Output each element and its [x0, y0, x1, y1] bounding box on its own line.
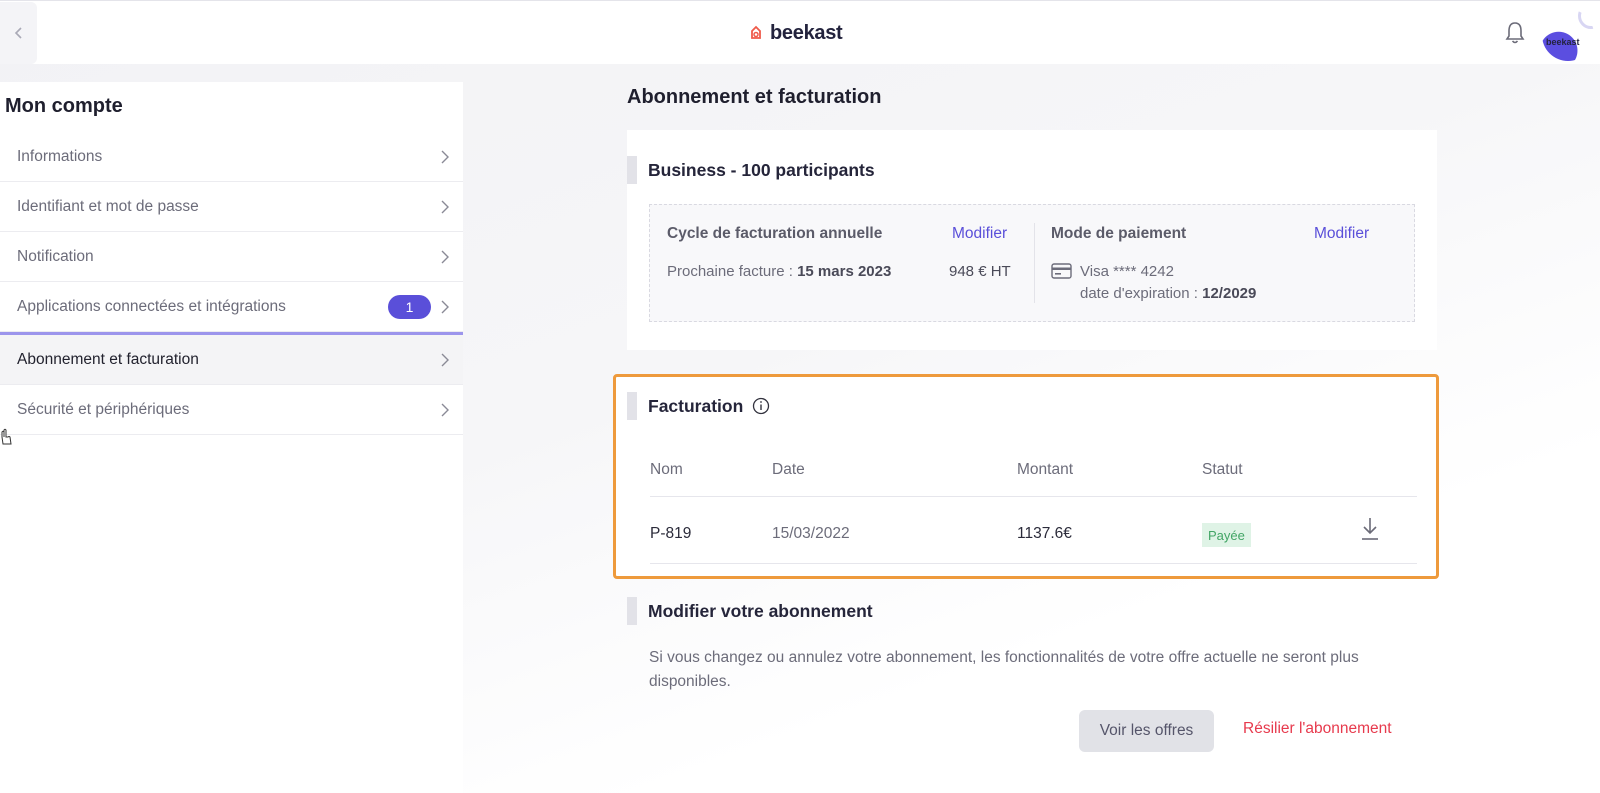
modify-cycle-link[interactable]: Modifier — [952, 225, 1007, 243]
chevron-right-icon — [441, 300, 449, 313]
avatar-decoration — [1578, 9, 1594, 29]
logo-text: beekast — [770, 21, 843, 44]
hand-cursor-icon — [1, 428, 12, 445]
table-divider — [650, 563, 1417, 564]
invoice-date: 15/03/2022 — [772, 525, 850, 542]
sidebar-item-credentials[interactable]: Identifiant et mot de passe — [0, 182, 463, 232]
sidebar-item-label: Identifiant et mot de passe — [17, 197, 199, 215]
chevron-right-icon — [441, 250, 449, 263]
section-marker — [627, 597, 637, 625]
invoice-name: P-819 — [650, 525, 692, 542]
modify-payment-link[interactable]: Modifier — [1314, 225, 1369, 243]
chevron-right-icon — [441, 403, 449, 416]
integrations-count-badge: 1 — [388, 294, 431, 319]
account-sidebar: Mon compte Informations Identifiant et m… — [0, 82, 463, 793]
plan-header: Business - 100 participants — [627, 156, 875, 184]
plan-card: Business - 100 participants Cycle de fac… — [627, 130, 1437, 350]
back-button[interactable] — [0, 2, 37, 64]
table-divider — [650, 496, 1417, 497]
sidebar-item-label: Applications connectées et intégrations — [17, 297, 286, 315]
change-subscription-description: Si vous changez ou annulez votre abonnem… — [649, 649, 1359, 690]
sidebar-item-label: Sécurité et périphériques — [17, 400, 190, 418]
notification-bell-icon[interactable] — [1501, 19, 1529, 47]
sidebar-item-label: Informations — [17, 147, 103, 165]
chevron-left-icon — [14, 27, 22, 39]
beekast-logo[interactable]: beekast — [748, 19, 843, 47]
card-number: Visa **** 4242 — [1080, 263, 1174, 280]
page-title: Abonnement et facturation — [627, 86, 882, 108]
sidebar-item-notification[interactable]: Notification — [0, 232, 463, 282]
column-header-status: Statut — [1202, 461, 1243, 478]
sidebar-item-security[interactable]: Sécurité et périphériques — [0, 385, 463, 435]
next-invoice-prefix: Prochaine facture : — [667, 263, 793, 280]
sidebar-item-label: Abonnement et facturation — [17, 350, 199, 368]
billing-section: Facturation Nom Date Montant Statut P-81… — [613, 374, 1439, 579]
beekast-logo-icon — [751, 25, 761, 39]
payment-method-label: Mode de paiement — [1051, 225, 1187, 242]
status-badge: Payée — [1202, 523, 1251, 547]
billing-title: Facturation — [648, 395, 744, 416]
column-header-name: Nom — [650, 461, 683, 478]
plan-divider — [1034, 223, 1035, 303]
user-avatar[interactable]: beekast — [1542, 9, 1594, 61]
plan-amount: 948 € HT — [949, 263, 1011, 280]
expiry-date: 12/2029 — [1202, 285, 1257, 302]
info-icon[interactable] — [752, 397, 770, 415]
sidebar-item-label: Notification — [17, 247, 94, 265]
plan-name: Business - 100 participants — [648, 159, 875, 180]
credit-card-icon — [1051, 263, 1072, 279]
sidebar-item-integrations[interactable]: Applications connectées et intégrations … — [0, 282, 463, 332]
download-icon[interactable] — [1358, 515, 1382, 543]
sidebar-item-subscription[interactable]: Abonnement et facturation — [0, 332, 463, 385]
next-invoice: Prochaine facture : 15 mars 2023 — [667, 263, 891, 280]
card-expiry: date d'expiration : 12/2029 — [1080, 285, 1256, 302]
chevron-right-icon — [441, 200, 449, 213]
avatar-label: beekast — [1546, 37, 1580, 47]
billing-header: Facturation — [627, 392, 770, 420]
top-bar: beekast beekast — [0, 0, 1600, 64]
change-subscription-header: Modifier votre abonnement — [627, 597, 873, 625]
view-offers-button[interactable]: Voir les offres — [1079, 710, 1214, 752]
plan-details-box: Cycle de facturation annuelle Modifier P… — [649, 204, 1415, 322]
change-subscription-title: Modifier votre abonnement — [648, 600, 873, 621]
column-header-date: Date — [772, 461, 805, 478]
next-invoice-date: 15 mars 2023 — [797, 263, 892, 280]
cancel-subscription-link[interactable]: Résilier l'abonnement — [1243, 720, 1392, 738]
account-menu: Informations Identifiant et mot de passe… — [0, 132, 463, 435]
invoice-amount: 1137.6€ — [1017, 525, 1072, 542]
expiry-prefix: date d'expiration : — [1080, 285, 1198, 302]
billing-cycle-label: Cycle de facturation annuelle — [667, 225, 883, 242]
section-marker — [627, 392, 637, 420]
sidebar-title: Mon compte — [5, 95, 123, 117]
sidebar-item-informations[interactable]: Informations — [0, 132, 463, 182]
column-header-amount: Montant — [1017, 461, 1074, 478]
chevron-right-icon — [441, 150, 449, 163]
chevron-right-icon — [441, 353, 449, 366]
section-marker — [627, 156, 637, 184]
